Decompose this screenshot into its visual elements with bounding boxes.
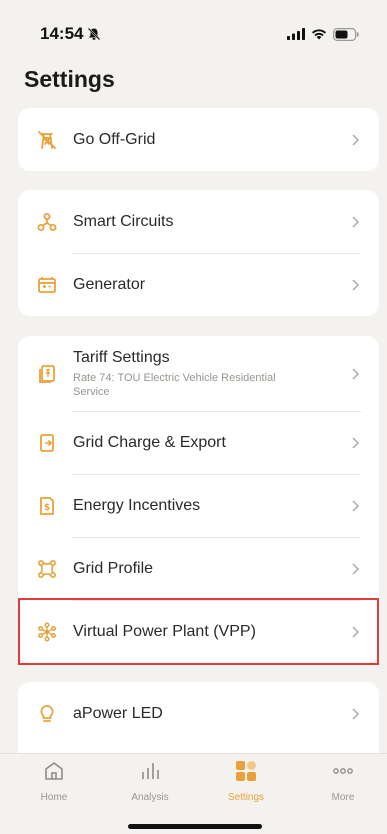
tab-bar: Home Analysis Settings More [0,753,387,834]
tab-label: Home [40,792,68,803]
generator-icon [36,274,58,296]
settings-item-grid-charge-export[interactable]: Grid Charge & Export [18,411,379,474]
bell-muted-icon [88,27,101,41]
grid-charge-icon [36,432,58,454]
chevron-right-icon [352,367,360,380]
settings-item-label: Smart Circuits [73,212,174,230]
energy-incentives-icon: $ [36,495,58,517]
status-bar: 14:54 [0,0,387,58]
svg-text:$: $ [44,503,50,513]
home-indicator [128,824,262,829]
analysis-icon [137,758,163,784]
wifi-icon [312,29,326,40]
battery-icon [333,27,359,41]
lightbulb-icon [36,703,58,725]
settings-item-go-off-grid[interactable]: Go Off-Grid [18,108,379,171]
settings-group-device: aPower LED [18,682,379,753]
settings-item-texts: aPower LED [73,705,349,723]
off-grid-icon [36,129,58,151]
settings-group-offgrid: Go Off-Grid [18,108,379,171]
settings-item-apower-led[interactable]: aPower LED [18,682,379,745]
settings-item-texts: Grid Charge & Export [73,434,349,452]
settings-item-label: Grid Charge & Export [73,433,226,451]
settings-item-texts: Energy Incentives [73,497,349,515]
settings-item-label: Grid Profile [73,559,154,577]
home-icon [41,758,67,784]
settings-item-label: Energy Incentives [73,496,201,514]
settings-item-label: Generator [73,275,146,293]
chevron-right-icon [352,215,360,228]
chevron-right-icon [352,499,360,512]
status-time: 14:54 [40,24,84,43]
tab-home[interactable]: Home [19,758,89,803]
chevron-right-icon [352,625,360,638]
chevron-right-icon [352,562,360,575]
tab-label: Analysis [131,792,169,803]
page-title: Settings [24,66,115,92]
settings-item-generator[interactable]: Generator [18,253,379,316]
tab-analysis[interactable]: Analysis [115,758,185,803]
settings-item-vpp[interactable]: Virtual Power Plant (VPP) [18,600,379,663]
settings-list[interactable]: Go Off-Grid Smart Circuits Generator Tar… [0,108,387,753]
settings-item-energy-incentives[interactable]: $ Energy Incentives [18,474,379,537]
chevron-right-icon [352,436,360,449]
settings-item-tariff-settings[interactable]: Tariff Settings Rate 74: TOU Electric Ve… [18,336,379,411]
vpp-icon [36,621,58,643]
tab-label: More [331,792,355,803]
settings-item-texts: Tariff Settings Rate 74: TOU Electric Ve… [73,349,349,399]
tab-settings[interactable]: Settings [211,758,281,803]
signal-icon [287,28,305,40]
settings-item-label: aPower LED [73,704,163,722]
settings-item-texts: Generator [73,276,349,294]
settings-group-grid: Tariff Settings Rate 74: TOU Electric Ve… [18,336,379,663]
settings-item-smart-circuits[interactable]: Smart Circuits [18,190,379,253]
status-time-wrap: 14:54 [40,24,101,44]
settings-group-circuits: Smart Circuits Generator [18,190,379,316]
tab-more[interactable]: More [308,758,378,803]
settings-item-label: Tariff Settings [73,348,170,366]
status-icons [287,27,359,41]
tariff-icon [36,363,58,385]
tab-label: Settings [227,792,265,803]
more-icon [330,758,356,784]
grid-profile-icon [36,558,58,580]
chevron-right-icon [352,133,360,146]
smart-circuits-icon [36,211,58,233]
chevron-right-icon [352,278,360,291]
settings-item-texts: Go Off-Grid [73,131,349,149]
settings-item-texts: Grid Profile [73,560,349,578]
chevron-right-icon [352,707,360,720]
settings-item-texts: Virtual Power Plant (VPP) [73,623,349,641]
settings-item-grid-profile[interactable]: Grid Profile [18,537,379,600]
settings-item-label: Virtual Power Plant (VPP) [73,622,256,640]
settings-grid-icon [233,758,259,784]
settings-item-label: Go Off-Grid [73,130,156,148]
settings-item-sublabel: Rate 74: TOU Electric Vehicle Residentia… [73,371,276,398]
settings-item-texts: Smart Circuits [73,213,349,231]
